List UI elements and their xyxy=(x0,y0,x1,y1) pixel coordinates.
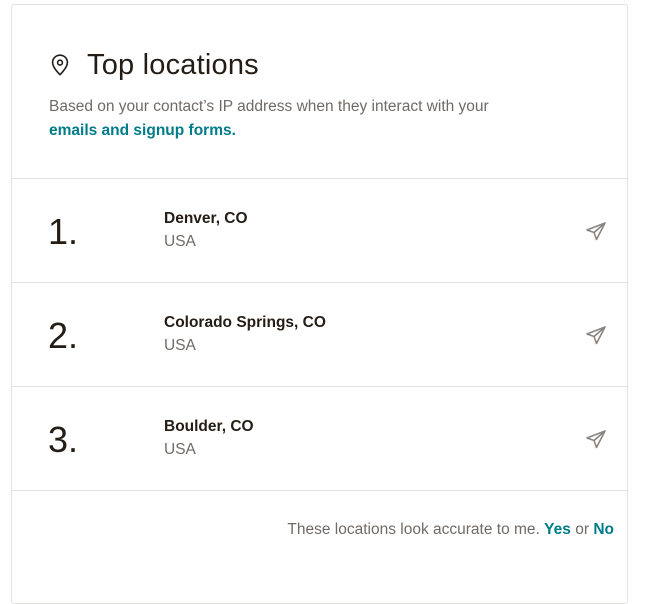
location-city: Denver, CO xyxy=(164,210,248,227)
location-row: 1. Denver, CO USA xyxy=(12,179,627,283)
location-city: Colorado Springs, CO xyxy=(164,314,326,331)
subtitle-text: Based on your contact’s IP address when … xyxy=(49,98,489,115)
location-city: Boulder, CO xyxy=(164,418,254,435)
map-pin-icon xyxy=(49,52,71,78)
location-rank: 3. xyxy=(48,419,79,460)
card-title: Top locations xyxy=(87,48,259,81)
accuracy-feedback: These locations look accurate to me. Yes… xyxy=(12,491,627,539)
send-icon[interactable] xyxy=(584,324,608,346)
accuracy-prompt: These locations look accurate to me. xyxy=(287,521,540,538)
card-header: Top locations Based on your contact’s IP… xyxy=(12,5,627,179)
location-row: 2. Colorado Springs, CO USA xyxy=(12,283,627,387)
location-country: USA xyxy=(164,441,196,458)
title-row: Top locations xyxy=(49,47,627,83)
top-locations-card: Top locations Based on your contact’s IP… xyxy=(11,4,628,604)
or-text: or xyxy=(575,521,590,538)
send-icon[interactable] xyxy=(584,220,608,242)
no-link[interactable]: No xyxy=(593,521,614,538)
card-subtitle: Based on your contact’s IP address when … xyxy=(49,95,589,143)
location-country: USA xyxy=(164,233,196,250)
emails-and-signup-forms-link[interactable]: emails and signup forms. xyxy=(49,119,589,143)
location-country: USA xyxy=(164,337,196,354)
location-row: 3. Boulder, CO USA xyxy=(12,387,627,491)
send-icon[interactable] xyxy=(584,428,608,450)
location-rank: 1. xyxy=(48,211,79,252)
location-rank: 2. xyxy=(48,315,79,356)
yes-link[interactable]: Yes xyxy=(544,521,571,538)
